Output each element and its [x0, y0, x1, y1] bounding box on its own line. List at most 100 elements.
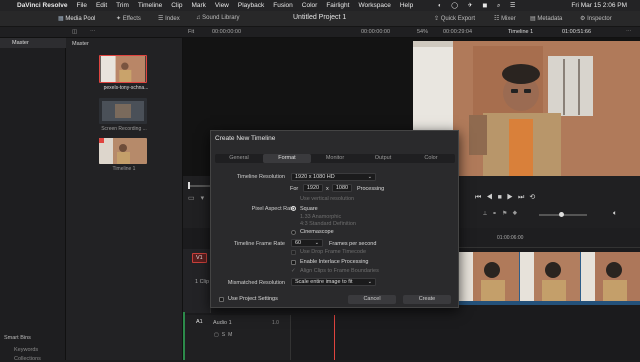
loop-icon[interactable]: ⟲: [529, 194, 540, 201]
menu-playback[interactable]: Playback: [238, 2, 264, 9]
use-project-settings-checkbox[interactable]: [219, 297, 224, 302]
skip-back-icon[interactable]: ⏮: [475, 194, 486, 201]
video-track-badge[interactable]: V1: [192, 253, 207, 263]
quick-export-button[interactable]: ⇪ Quick Export: [434, 15, 475, 22]
clip-name: pexels-tony-schna...: [103, 85, 149, 91]
rewind-icon[interactable]: ◀: [486, 194, 497, 201]
timeline-resolution-select[interactable]: 1920 x 1080 HD ⌄: [291, 173, 376, 181]
timeline-thumbnail-image: [99, 138, 147, 164]
dialog-title: Create New Timeline: [215, 135, 276, 142]
inspector-button[interactable]: ⚙ Inspector: [580, 15, 612, 22]
duration-timecode: 00:00:29:04: [443, 29, 473, 35]
tab-monitor[interactable]: Monitor: [311, 154, 359, 163]
effects-icon: ✦: [116, 16, 122, 22]
metadata-button[interactable]: ▤ Metadata: [530, 15, 562, 22]
tab-general[interactable]: General: [215, 154, 263, 163]
menu-timeline[interactable]: Timeline: [138, 2, 162, 9]
frame-rate-select[interactable]: 60 ⌄: [291, 239, 323, 247]
menu-file[interactable]: File: [76, 2, 86, 9]
menu-help[interactable]: Help: [400, 2, 413, 9]
menu-edit[interactable]: Edit: [96, 2, 107, 9]
timeline-name-dropdown[interactable]: Timeline 1: [508, 29, 533, 35]
selection-mode-icon[interactable]: ▭: [188, 195, 201, 202]
chevron-down-icon: ⌄: [314, 240, 319, 246]
sound-library-button[interactable]: ♫ Sound Library: [196, 15, 240, 21]
collections-bin[interactable]: Collections: [14, 356, 41, 362]
media-pool-button[interactable]: ▦ Media Pool: [58, 15, 95, 22]
x-label: x: [326, 186, 329, 192]
status-icons: ◐ ◯ ✈ ◼ ⌕ ☰: [438, 2, 520, 9]
razor-icon[interactable]: ⟂: [483, 211, 492, 217]
interlace-checkbox[interactable]: [291, 260, 296, 265]
align-clips-label[interactable]: Align Clips to Frame Boundaries: [300, 268, 379, 274]
use-vertical-resolution[interactable]: Use vertical resolution: [300, 196, 354, 202]
menu-workspace[interactable]: Workspace: [358, 2, 390, 9]
fit-dropdown[interactable]: Fit: [188, 29, 194, 35]
audio-track-badge[interactable]: A1: [196, 319, 203, 325]
zoom-level[interactable]: 54%: [417, 29, 428, 35]
stop-icon[interactable]: ■: [498, 194, 507, 201]
app-name-menu[interactable]: DaVinci Resolve: [17, 2, 67, 9]
link-icon[interactable]: ⚭: [492, 211, 502, 217]
menu-view[interactable]: View: [215, 2, 229, 9]
mixer-button[interactable]: ☷ Mixer: [494, 15, 516, 22]
clock: Fri Mar 15 2:06 PM: [571, 2, 627, 9]
workspace-toolbar: ▦ Media Pool ✦ Effects ☰ Index ♫ Sound L…: [0, 11, 640, 27]
timeline-thumbnail[interactable]: [99, 138, 147, 164]
create-button[interactable]: Create: [403, 295, 451, 304]
aspect-anamorphic-label[interactable]: 1.33 Anamorphic: [300, 214, 341, 220]
marker-icon[interactable]: ◆: [512, 211, 522, 217]
menu-color[interactable]: Color: [302, 2, 318, 9]
timeline-timecode: 01:00:51:66: [562, 29, 592, 35]
menu-trim[interactable]: Trim: [116, 2, 129, 9]
trim-mode-icon[interactable]: ▾: [201, 195, 211, 202]
view-options-icon[interactable]: ⋯: [90, 29, 96, 35]
clip-thumbnail-image: [100, 56, 146, 82]
bin-list-toggle-icon[interactable]: ◫: [72, 29, 77, 35]
transport-controls: ⏮◀■▶⏭⟲: [475, 193, 540, 202]
effects-button[interactable]: ✦ Effects: [116, 15, 141, 22]
index-button[interactable]: ☰ Index: [158, 15, 180, 22]
drop-frame-checkbox[interactable]: [291, 250, 296, 255]
record-timecode: 00:00:00:00: [361, 29, 391, 35]
volume-icon[interactable]: 🔈︎: [613, 210, 617, 218]
bin-panel: Master Smart Bins Keywords Collections: [0, 38, 66, 362]
screen-recording-thumbnail[interactable]: [99, 98, 147, 124]
sound-library-icon: ♫: [196, 15, 201, 21]
inspector-icon: ⚙: [580, 16, 586, 22]
aspect-square-radio[interactable]: [291, 206, 296, 211]
timeline-ruler[interactable]: [455, 228, 640, 248]
flag-icon[interactable]: ⚑: [502, 211, 512, 217]
menu-mark[interactable]: Mark: [191, 2, 205, 9]
mismatched-resolution-select[interactable]: Scale entire image to fit ⌄: [291, 278, 376, 286]
index-icon: ☰: [158, 16, 164, 22]
more-options-icon[interactable]: ⋯: [626, 29, 632, 35]
keywords-bin[interactable]: Keywords: [14, 347, 38, 353]
create-new-timeline-dialog: Create New Timeline General Format Monit…: [210, 130, 459, 308]
menu-clip[interactable]: Clip: [171, 2, 182, 9]
scrubber-playhead[interactable]: [188, 182, 190, 189]
menu-bar: DaVinci Resolve File Edit Trim Timeline …: [0, 0, 640, 11]
menu-fairlight[interactable]: Fairlight: [326, 2, 349, 9]
lock-icon[interactable]: ▢: [214, 332, 222, 338]
video-clip[interactable]: [459, 252, 640, 305]
aspect-sd-label[interactable]: 4:3 Standard Definition: [300, 221, 356, 227]
height-field[interactable]: 1080: [332, 184, 352, 192]
skip-forward-icon[interactable]: ⏭: [518, 194, 529, 201]
width-field[interactable]: 1920: [303, 184, 323, 192]
media-pool-panel: Master pexels-tony-schna... Screen Recor…: [66, 38, 183, 360]
play-icon[interactable]: ▶: [507, 194, 518, 201]
timeline-tools: ⟂⚭⚑◆: [483, 210, 522, 218]
tab-output[interactable]: Output: [359, 154, 407, 163]
menu-fusion[interactable]: Fusion: [273, 2, 293, 9]
mute-button[interactable]: M: [228, 332, 235, 338]
master-bin-row[interactable]: Master: [0, 38, 66, 48]
cancel-button[interactable]: Cancel: [348, 295, 396, 304]
export-icon: ⇪: [434, 16, 440, 22]
cinemascope-radio[interactable]: [291, 230, 296, 235]
zoom-slider-knob[interactable]: [559, 212, 564, 217]
tab-color[interactable]: Color: [407, 154, 455, 163]
tab-format[interactable]: Format: [263, 154, 311, 163]
clip-thumbnail[interactable]: [99, 55, 147, 83]
master-bin-label: Master: [12, 40, 29, 46]
